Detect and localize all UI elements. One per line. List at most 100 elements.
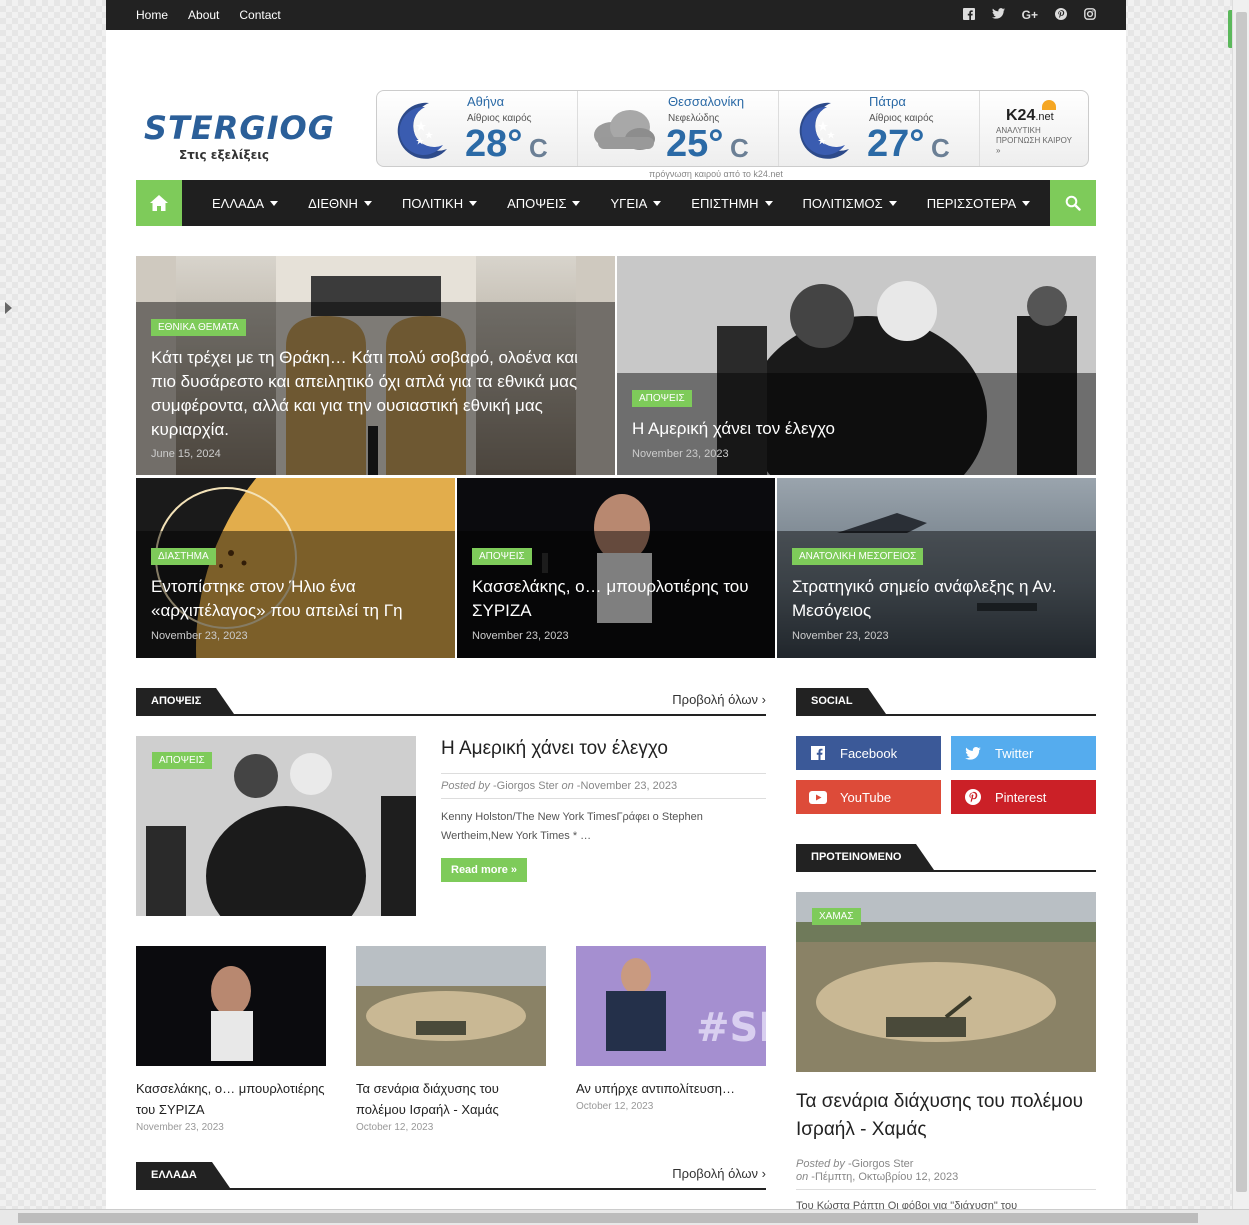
sidebar-featured-title[interactable]: Τα σενάρια διάχυσης του πολέμου Ισραήλ -… <box>796 1088 1096 1144</box>
section-header-greece: ΕΛΛΑΔΑ Προβολή όλων › <box>136 1162 766 1190</box>
section-title: ΕΛΛΑΔΑ <box>136 1162 230 1188</box>
read-more-button[interactable]: Read more » <box>441 858 528 882</box>
caret-down-icon <box>1022 200 1031 206</box>
page: Home About Contact G+ STERGIOG Στις εξελ… <box>106 0 1126 1209</box>
nav-item-opinions[interactable]: ΑΠΟΨΕΙΣ <box>492 196 595 211</box>
caret-down-icon <box>888 200 897 206</box>
top-social-icons: G+ <box>962 7 1096 23</box>
post-title[interactable]: Κασσελάκης, ο… μπουρλοτιέρης του ΣΥΡΙΖΑ <box>136 1078 326 1120</box>
post-title[interactable]: Αν υπήρχε αντιπολίτευση… <box>576 1078 766 1099</box>
category-badge[interactable]: ΑΠΟΨΕΙΣ <box>472 548 532 565</box>
view-all-link[interactable]: Προβολή όλων › <box>672 692 766 707</box>
nav-item-science[interactable]: ΕΠΙΣΤΗΜΗ <box>676 196 787 211</box>
post-date: October 12, 2023 <box>576 1101 654 1112</box>
category-badge[interactable]: ΔΙΑΣΤΗΜΑ <box>151 548 216 565</box>
left-collapse-arrow[interactable] <box>5 302 12 314</box>
post-date: June 15, 2024 <box>151 448 221 460</box>
nav-item-culture[interactable]: ΠΟΛΙΤΙΣΜΟΣ <box>788 196 912 211</box>
post-meta: Posted by -Giorgos Ster on -November 23,… <box>441 773 766 799</box>
top-link-contact[interactable]: Contact <box>239 8 280 22</box>
facebook-icon[interactable] <box>962 7 975 23</box>
k24-logo: K24.net <box>1006 107 1054 124</box>
featured-post-small-1[interactable]: ΔΙΑΣΤΗΜΑ Εντοπίστηκε στον Ήλιο ένα «αρχι… <box>136 478 455 658</box>
nav-item-greece[interactable]: ΕΛΛΑΔΑ <box>197 196 293 211</box>
top-link-about[interactable]: About <box>188 8 219 22</box>
small-post-2[interactable]: Τα σενάρια διάχυσης του πολέμου Ισραήλ -… <box>356 946 546 1133</box>
youtube-button[interactable]: YouTube <box>796 780 941 814</box>
logo-tagline: Στις εξελίξεις <box>178 148 270 162</box>
post-title[interactable]: Κασσελάκης, ο… μπουρλοτιέρης του ΣΥΡΙΖΑ <box>472 575 760 623</box>
green-tab[interactable] <box>1228 10 1232 48</box>
twitter-icon[interactable] <box>991 8 1005 22</box>
k24-provider[interactable]: K24.net ΑΝΑΛΥΤΙΚΗ ΠΡΟΓΝΩΣΗ ΚΑΙΡΟΥ » <box>980 91 1085 166</box>
category-badge[interactable]: ΕΘΝΙΚΑ ΘΕΜΑΤΑ <box>151 319 246 336</box>
post-author[interactable]: Giorgos Ster <box>852 1158 914 1170</box>
category-badge[interactable]: ΑΠΟΨΕΙΣ <box>632 390 692 407</box>
pinterest-icon[interactable] <box>1055 7 1067 23</box>
moon-icon <box>397 102 447 159</box>
facebook-icon <box>796 736 840 770</box>
twitter-button[interactable]: Twitter <box>951 736 1096 770</box>
caret-down-icon <box>363 200 372 206</box>
temperature-unit: C <box>529 133 548 163</box>
category-badge[interactable]: ΑΝΑΤΟΛΙΚΗ ΜΕΣΟΓΕΙΟΣ <box>792 548 924 565</box>
horizontal-scrollbar[interactable] <box>0 1209 1249 1225</box>
vertical-scrollbar[interactable] <box>1232 0 1249 1209</box>
weather-credit: πρόγνωση καιρού από το k24.net <box>649 169 783 179</box>
scrollbar-thumb[interactable] <box>18 1213 1198 1223</box>
weather-city-athens: Αθήνα Αίθριος καιρός 28° C <box>377 91 578 166</box>
post-thumbnail <box>136 946 326 1066</box>
post-title[interactable]: Η Αμερική χάνει τον έλεγχο <box>632 417 1081 441</box>
search-button[interactable] <box>1050 180 1096 226</box>
post-title[interactable]: Τα σενάρια διάχυσης του πολέμου Ισραήλ -… <box>356 1078 546 1120</box>
google-plus-icon[interactable]: G+ <box>1022 8 1038 22</box>
temperature-unit: C <box>931 133 950 163</box>
weather-widget[interactable]: Αθήνα Αίθριος καιρός 28° C Θεσσαλονίκη Ν… <box>376 90 1089 167</box>
section-title: ΠΡΟΤΕΙΝΟΜΕΝΟ <box>796 844 935 870</box>
opinion-main-title[interactable]: Η Αμερική χάνει τον έλεγχο <box>441 738 668 760</box>
category-badge[interactable]: ΧΑΜΑΣ <box>812 908 861 925</box>
facebook-button[interactable]: Facebook <box>796 736 941 770</box>
city-temperature: 27° <box>867 123 925 165</box>
weather-city-thessaloniki: Θεσσαλονίκη Νεφελώδης 25° C <box>578 91 779 166</box>
nav-items: ΕΛΛΑΔΑ ΔΙΕΘΝΗ ΠΟΛΙΤΙΚΗ ΑΠΟΨΕΙΣ ΥΓΕΙΑ ΕΠΙ… <box>182 196 1050 211</box>
featured-post-small-3[interactable]: ΑΝΑΤΟΛΙΚΗ ΜΕΣΟΓΕΙΟΣ Στρατηγικό σημείο αν… <box>777 478 1096 658</box>
caret-down-icon <box>270 200 279 206</box>
post-title[interactable]: Στρατηγικό σημείο ανάφλεξης η Αν. Μεσόγε… <box>792 575 1081 623</box>
post-date: November 23, 2023 <box>632 448 729 460</box>
city-name: Θεσσαλονίκη <box>668 94 745 109</box>
section-header-featured: ΠΡΟΤΕΙΝΟΜΕΝΟ <box>796 844 1096 872</box>
section-title: SOCIAL <box>796 688 886 714</box>
cloud-icon <box>594 110 655 150</box>
instagram-icon[interactable] <box>1084 7 1096 23</box>
nav-item-more[interactable]: ΠΕΡΙΣΣΟΤΕΡΑ <box>912 196 1046 211</box>
view-all-link[interactable]: Προβολή όλων › <box>672 1166 766 1181</box>
small-post-1[interactable]: Κασσελάκης, ο… μπουρλοτιέρης του ΣΥΡΙΖΑ … <box>136 946 326 1133</box>
home-button[interactable] <box>136 180 182 226</box>
top-link-home[interactable]: Home <box>136 8 168 22</box>
temperature-unit: C <box>730 133 749 163</box>
section-header-social: SOCIAL <box>796 688 1096 716</box>
featured-post-large-1[interactable]: ΕΘΝΙΚΑ ΘΕΜΑΤΑ Κάτι τρέχει με τη Θράκη… Κ… <box>136 256 615 475</box>
post-excerpt: Του Κώστα Ράπτη Οι φόβοι για "διάχυση" τ… <box>796 1200 1018 1209</box>
caret-down-icon <box>764 200 773 206</box>
post-title[interactable]: Κάτι τρέχει με τη Θράκη… Κάτι πολύ σοβαρ… <box>151 346 600 442</box>
nav-item-international[interactable]: ΔΙΕΘΝΗ <box>293 196 387 211</box>
featured-post-large-2[interactable]: ΑΠΟΨΕΙΣ Η Αμερική χάνει τον έλεγχο Novem… <box>617 256 1096 475</box>
post-author[interactable]: Giorgos Ster <box>497 780 559 792</box>
nav-item-politics[interactable]: ΠΟΛΙΤΙΚΗ <box>387 196 492 211</box>
k24-forecast-link[interactable]: ΑΝΑΛΥΤΙΚΗ ΠΡΟΓΝΩΣΗ ΚΑΙΡΟΥ » <box>996 126 1076 156</box>
scrollbar-thumb[interactable] <box>1236 12 1247 1192</box>
post-title[interactable]: Εντοπίστηκε στον Ήλιο ένα «αρχιπέλαγος» … <box>151 575 440 623</box>
featured-post-small-2[interactable]: ΑΠΟΨΕΙΣ Κασσελάκης, ο… μπουρλοτιέρης του… <box>457 478 775 658</box>
caret-down-icon <box>469 200 478 206</box>
weather-city-patra: Πάτρα Αίθριος καιρός 27° C <box>779 91 980 166</box>
site-logo[interactable]: STERGIOG Στις εξελίξεις <box>144 109 336 162</box>
category-badge[interactable]: ΑΠΟΨΕΙΣ <box>152 752 212 769</box>
pinterest-button[interactable]: Pinterest <box>951 780 1096 814</box>
small-post-3[interactable]: #SE Αν υπήρχε αντιπολίτευση… October 12,… <box>576 946 786 1112</box>
post-thumbnail <box>356 946 546 1066</box>
nav-item-health[interactable]: ΥΓΕΙΑ <box>595 196 676 211</box>
logo-text: STERGIOG <box>144 109 336 147</box>
city-temperature: 28° <box>465 123 523 165</box>
